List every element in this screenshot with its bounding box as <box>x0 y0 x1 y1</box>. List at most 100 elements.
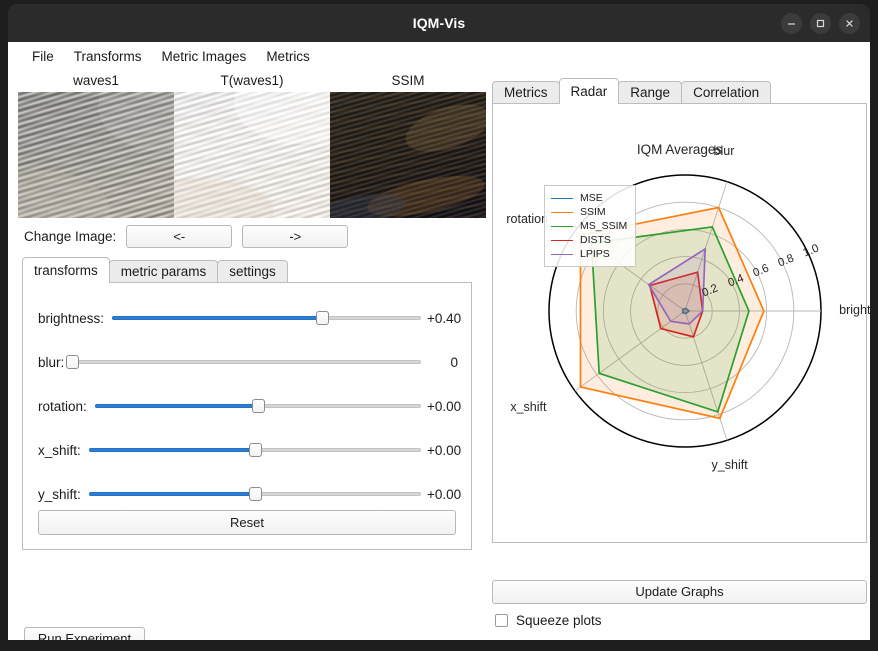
left-tab-widget: transforms metric params settings bright… <box>22 257 472 550</box>
slider-row-rotation: rotation: +0.00 <box>23 391 471 421</box>
slider-track-x-shift[interactable] <box>88 441 421 459</box>
slider-value-y-shift: +0.00 <box>427 486 462 502</box>
legend-swatch-icon <box>551 211 573 213</box>
slider-fill <box>88 448 255 452</box>
window-title: IQM-Vis <box>412 15 466 31</box>
radar-axis-label-rotation: rotation <box>506 212 549 227</box>
left-panel: waves1 T(waves1) SSIM Change Image: <- -… <box>8 70 486 640</box>
maximize-button[interactable] <box>810 13 831 34</box>
legend-swatch-icon <box>551 253 573 255</box>
left-tab-strip: transforms metric params settings <box>22 257 472 283</box>
tab-radar[interactable]: Radar <box>558 78 620 104</box>
slider-handle-rotation[interactable] <box>251 399 265 413</box>
tab-range[interactable]: Range <box>618 81 683 104</box>
slider-handle-brightness[interactable] <box>316 311 330 325</box>
image-thumbnail-ssim[interactable] <box>330 92 486 218</box>
radar-axis-label-blur: blur <box>713 143 735 158</box>
legend-item: SSIM <box>551 205 627 219</box>
slider-value-rotation: +0.00 <box>427 398 462 414</box>
chart-title: IQM Averages <box>636 142 723 157</box>
image-cell-transformed: T(waves1) <box>174 70 330 218</box>
change-image-row: Change Image: <- -> <box>24 225 349 248</box>
title-bar: IQM-Vis <box>8 4 870 42</box>
minimize-button[interactable] <box>781 13 802 34</box>
menu-bar: File Transforms Metric Images Metrics <box>8 42 870 70</box>
next-image-button[interactable]: -> <box>242 225 349 248</box>
tab-metrics[interactable]: Metrics <box>492 81 560 104</box>
slider-fill <box>112 316 323 320</box>
slider-row-x-shift: x_shift: +0.00 <box>23 435 471 465</box>
slider-label-brightness: brightness: <box>38 310 105 326</box>
radar-axis-label-brightness: brightness <box>839 303 870 317</box>
update-graphs-button[interactable]: Update Graphs <box>492 580 867 604</box>
legend-label: DISTS <box>580 234 611 246</box>
image-thumbnail-reference[interactable] <box>18 92 174 218</box>
right-tab-strip: Metrics Radar Range Correlation <box>492 78 867 104</box>
slider-fill <box>94 404 258 408</box>
radar-chart[interactable]: MSE SSIM MS_SSIM DISTS LPIPS 0.2 0.4 0.6 0.8 1.0… <box>493 144 870 536</box>
slider-row-blur: blur: 0 <box>23 347 471 377</box>
image-cell-reference: waves1 <box>18 70 174 218</box>
tab-correlation[interactable]: Correlation <box>681 81 772 104</box>
application-window: IQM-Vis File Transforms Metric Images Me… <box>0 0 878 651</box>
image-thumbnail-transformed[interactable] <box>174 92 330 218</box>
slider-value-brightness: +0.40 <box>427 310 462 326</box>
slider-handle-x-shift[interactable] <box>248 443 262 457</box>
maximize-icon <box>816 19 825 28</box>
legend-item: MS_SSIM <box>551 219 627 233</box>
previous-image-button[interactable]: <- <box>126 225 233 248</box>
squeeze-plots-label: Squeeze plots <box>516 613 602 628</box>
minimize-icon <box>788 23 795 25</box>
image-caption-ssim: SSIM <box>391 73 425 88</box>
slider-row-y-shift: y_shift: +0.00 <box>23 479 471 509</box>
legend-swatch-icon <box>551 197 573 199</box>
legend-label: SSIM <box>580 206 606 218</box>
slider-label-x-shift: x_shift: <box>38 442 81 458</box>
slider-value-blur: 0 <box>450 354 458 370</box>
reset-button[interactable]: Reset <box>38 510 456 535</box>
image-row: waves1 T(waves1) SSIM <box>18 70 486 220</box>
slider-groove <box>72 360 421 364</box>
menu-transforms[interactable]: Transforms <box>64 47 152 66</box>
image-caption-transformed: T(waves1) <box>220 73 284 88</box>
slider-value-x-shift: +0.00 <box>427 442 462 458</box>
slider-label-rotation: rotation: <box>38 398 87 414</box>
transforms-panel: brightness: +0.40 blur: 0 rotation: +0.0… <box>22 282 472 550</box>
legend-label: MS_SSIM <box>580 220 628 232</box>
radar-panel: IQM Averages MSE SSIM MS_SSIM DISTS LPIPS 0.… <box>492 103 870 543</box>
ssim-map-icon <box>330 92 486 218</box>
waves-texture-icon <box>18 92 174 218</box>
tab-metric-params[interactable]: metric params <box>108 260 219 283</box>
chart-legend: MSE SSIM MS_SSIM DISTS LPIPS <box>544 185 637 267</box>
close-button[interactable] <box>839 13 860 34</box>
squeeze-plots-row: Squeeze plots <box>495 613 602 628</box>
slider-track-y-shift[interactable] <box>88 485 421 503</box>
legend-item: MSE <box>551 191 627 205</box>
squeeze-plots-checkbox[interactable] <box>495 614 508 627</box>
radar-axis-label-x-shift: x_shift <box>510 399 547 414</box>
run-experiment-button[interactable]: Run Experiment <box>24 627 145 640</box>
legend-item: DISTS <box>551 233 627 247</box>
close-icon <box>846 20 853 27</box>
right-tab-widget: Metrics Radar Range Correlation IQM Aver… <box>492 78 870 543</box>
tab-settings[interactable]: settings <box>217 260 288 283</box>
legend-swatch-icon <box>551 239 573 241</box>
radar-axis-label-y-shift: y_shift <box>711 458 748 473</box>
slider-track-blur[interactable] <box>66 353 421 371</box>
brightened-waves-texture-icon <box>174 92 330 218</box>
image-caption-reference: waves1 <box>73 73 119 88</box>
slider-fill <box>88 492 255 496</box>
slider-track-rotation[interactable] <box>94 397 421 415</box>
menu-metric-images[interactable]: Metric Images <box>152 47 257 66</box>
slider-track-brightness[interactable] <box>112 309 421 327</box>
menu-file[interactable]: File <box>22 47 64 66</box>
legend-item: LPIPS <box>551 247 627 261</box>
legend-label: LPIPS <box>580 248 610 260</box>
legend-swatch-icon <box>551 225 573 227</box>
menu-metrics[interactable]: Metrics <box>256 47 320 66</box>
tab-transforms[interactable]: transforms <box>22 257 110 283</box>
slider-handle-blur[interactable] <box>66 355 80 369</box>
slider-handle-y-shift[interactable] <box>248 487 262 501</box>
slider-label-blur: blur: <box>38 354 65 370</box>
image-cell-ssim: SSIM <box>330 70 486 218</box>
